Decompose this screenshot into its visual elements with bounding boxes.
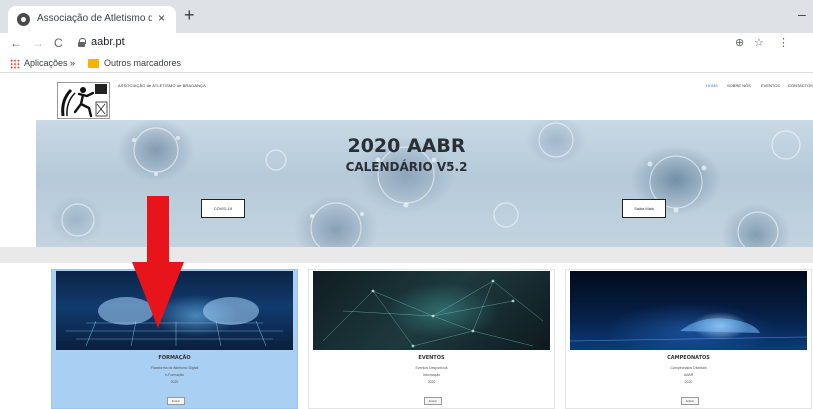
section-divider (0, 247, 813, 263)
tab-title: Associação de Atletismo de Bragança (37, 13, 152, 24)
network-mesh-image (313, 271, 550, 350)
other-bookmarks[interactable]: Outros marcadores (104, 58, 181, 68)
folder-icon (88, 59, 99, 68)
browser-toolbar: ← → C aabr.pt ⊕ ☆ ⋮ (0, 33, 813, 55)
card-title: FORMAÇÃO (158, 355, 191, 361)
forward-button[interactable]: → (32, 35, 44, 51)
card-line: Eventos Desportivos (415, 366, 448, 370)
nav-about[interactable]: SOBRE NÓS (727, 83, 751, 88)
zoom-icon[interactable]: ⊕ (735, 36, 744, 49)
card-line: AABR (683, 373, 694, 377)
nav-home[interactable]: HOME (706, 83, 718, 88)
browser-menu-icon[interactable]: ⋮ (778, 36, 789, 49)
hero-title: 2020 AABR (347, 135, 466, 157)
enter-button[interactable]: Entrar (167, 397, 185, 405)
enter-button[interactable]: Entrar (424, 397, 442, 405)
red-arrow-annotation (132, 196, 184, 328)
address-bar[interactable]: aabr.pt (91, 36, 125, 48)
card-campeonatos[interactable]: CAMPEONATOS Campeonatos Distritais AABR … (565, 269, 812, 409)
reload-button[interactable]: C (54, 35, 63, 51)
new-tab-button[interactable]: + (184, 5, 195, 25)
cards-section: FORMAÇÃO Plataforma de Atletismo Digital… (0, 263, 813, 409)
mesh-graphic (322, 279, 544, 348)
card-line: 2020 (427, 380, 436, 384)
globe-icon (17, 13, 30, 26)
browser-window: Associação de Atletismo de Bragança × + … (0, 0, 813, 409)
card-line: Informação (422, 373, 441, 377)
hero-subtitle: CALENDÁRIO V5.2 (345, 160, 468, 174)
card-line: Plataforma de Atletismo Digital (150, 366, 199, 370)
nav-events[interactable]: EVENTOS (761, 83, 780, 88)
covid-button[interactable]: COVID-19 (201, 199, 245, 218)
card-title: EVENTOS (418, 355, 445, 361)
bookmarks-bar: Aplicações » Outros marcadores (0, 55, 813, 73)
back-button[interactable]: ← (10, 35, 22, 51)
card-line: 2020 (684, 380, 693, 384)
nav-contacts[interactable]: CONTACTOS (788, 83, 813, 88)
more-bookmarks[interactable]: » (70, 58, 75, 68)
browser-tab[interactable]: Associação de Atletismo de Bragança × (8, 6, 176, 33)
futuristic-car-image (570, 271, 807, 350)
apps-grid-icon[interactable] (10, 59, 20, 69)
apps-bookmark[interactable]: Aplicações (24, 58, 68, 68)
site-name: ASSOCIAÇÃO de ATLETISMO de BRAGANÇA (118, 83, 206, 88)
card-title: CAMPEONATOS (667, 355, 710, 361)
card-line: e-Formação (165, 373, 184, 377)
car-graphic (570, 318, 807, 342)
learn-more-button[interactable]: Saiba Mais (622, 199, 666, 218)
card-eventos[interactable]: EVENTOS Eventos Desportivos Informação 2… (308, 269, 555, 409)
bookmark-star-icon[interactable]: ☆ (754, 36, 764, 49)
minimize-button[interactable]: – (798, 6, 806, 22)
aabr-logo[interactable] (57, 82, 110, 119)
tab-strip: Associação de Atletismo de Bragança × + … (0, 0, 813, 33)
close-tab-icon[interactable]: × (158, 11, 165, 25)
enter-button[interactable]: Entrar (681, 397, 699, 405)
site-header: ASSOCIAÇÃO de ATLETISMO de BRAGANÇA HOME… (0, 73, 813, 120)
card-line: Campeonatos Distritais (670, 366, 707, 370)
card-line: 2020 (170, 380, 179, 384)
lock-icon (78, 38, 86, 47)
